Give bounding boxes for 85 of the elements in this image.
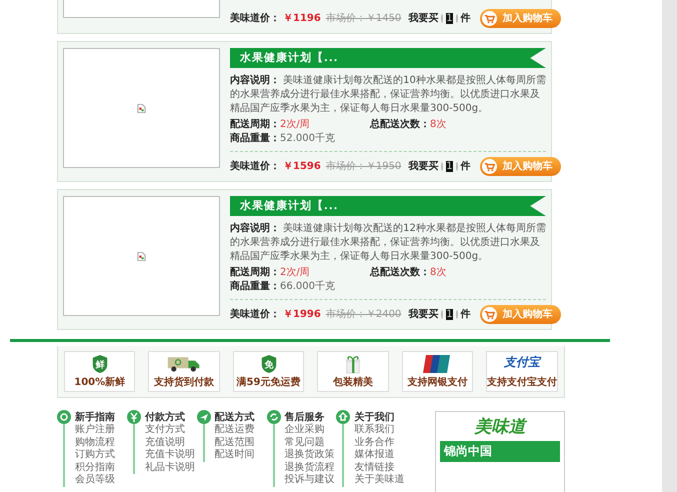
product-description: 内容说明： 美味道健康计划每次配送的10种水果都是按照人体每周所需的水果营养成分进行最佳水果搭配，保证营养均衡。以优质进口水果及精品国产应季水果为主，保证每人每日水果量300-500g。 xyxy=(230,74,546,116)
shield-icon: 免 xyxy=(260,354,278,374)
quantity-field[interactable]: 1 xyxy=(446,160,453,172)
footer-link[interactable]: 配送运费 xyxy=(214,424,267,436)
service-label: 支持网银支付 xyxy=(407,376,468,389)
plane-icon xyxy=(196,410,211,424)
footer-link[interactable]: 关于美味道 xyxy=(354,474,406,486)
footer-link[interactable]: 配送时间 xyxy=(214,449,267,462)
unit-label: 件 xyxy=(460,308,471,321)
weight-value: 66.000千克 xyxy=(280,280,335,294)
cycle-label: 配送周期： xyxy=(230,266,280,280)
buy-label: 我要买 xyxy=(408,12,438,25)
footer-heading: 新手指南 xyxy=(75,410,115,424)
footer-link[interactable]: 退换货政策 xyxy=(284,449,336,462)
footer-heading: 配送方式 xyxy=(214,410,255,424)
brand-logo: 美味道 xyxy=(474,416,526,438)
footer-link[interactable]: 会员等级 xyxy=(75,474,127,486)
footer-heading: 售后服务 xyxy=(284,410,325,424)
broken-image-icon xyxy=(137,252,146,260)
footer-link[interactable]: 礼品卡说明 xyxy=(144,462,197,474)
gift-icon xyxy=(344,354,362,374)
footer-link[interactable]: 企业采购 xyxy=(284,424,336,436)
unit-label: 件 xyxy=(460,160,471,173)
footer-heading: 关于我们 xyxy=(354,410,394,424)
cart-icon xyxy=(482,158,497,174)
price: ￥1596 xyxy=(283,160,321,173)
footer-link[interactable]: 退换货流程 xyxy=(284,462,336,474)
price: ￥1196 xyxy=(283,12,321,25)
footer-link[interactable]: 购物流程 xyxy=(75,436,127,449)
footer-link[interactable]: 投诉与建议 xyxy=(284,474,336,486)
total-label: 总配送次数： xyxy=(370,118,430,132)
quantity-field[interactable]: 1 xyxy=(446,12,453,24)
cart-icon xyxy=(482,10,497,26)
buy-label: 我要买 xyxy=(408,308,438,321)
service-label: 满59元免运费 xyxy=(236,376,300,389)
footer-link[interactable]: 配送范围 xyxy=(214,436,267,449)
product-description: 内容说明： 美味道健康计划每次配送的12种水果都是按照人体每周所需的水果营养成分进行最佳水果搭配，保证营养均衡。以优质进口水果及精品国产应季水果为主，保证每人每日水果量300-500g。 xyxy=(230,222,546,264)
footer-link[interactable]: 支付方式 xyxy=(144,424,197,436)
weight-label: 商品重量： xyxy=(230,132,280,146)
total-value: 8次 xyxy=(430,266,446,280)
footer-link[interactable]: 充值说明 xyxy=(144,436,197,449)
footer-link[interactable]: 媒体报道 xyxy=(354,449,406,462)
footer-link[interactable]: 联系我们 xyxy=(354,424,406,436)
market-price: 市场价：￥1950 xyxy=(326,160,402,173)
compass-icon xyxy=(57,410,71,424)
unit-label: 件 xyxy=(460,12,471,25)
scrollbar[interactable] xyxy=(662,0,677,492)
truck-icon xyxy=(167,354,202,374)
title-ribbon: 水果健康计划【... xyxy=(230,196,546,216)
refresh-icon xyxy=(266,410,281,424)
footer-link[interactable]: 常见问题 xyxy=(284,436,336,449)
service-label: 支持支付宝支付 xyxy=(487,375,558,389)
footer-link[interactable]: 账户注册 xyxy=(75,424,127,436)
cycle-label: 配送周期： xyxy=(230,118,280,132)
cycle-value: 2次/周 xyxy=(280,266,311,280)
weight-label: 商品重量： xyxy=(230,280,280,294)
buy-label: 我要买 xyxy=(408,160,438,173)
cart-icon xyxy=(482,306,497,322)
quantity-field[interactable]: 1 xyxy=(446,308,453,320)
footer-link[interactable]: 积分指南 xyxy=(75,462,127,474)
home-icon xyxy=(336,410,350,424)
price: ￥1996 xyxy=(283,308,321,321)
broken-image-icon xyxy=(137,104,146,112)
yuan-icon xyxy=(126,410,141,424)
footer-link[interactable]: 订购方式 xyxy=(75,449,127,462)
price-label: 美味道价： xyxy=(230,11,280,25)
total-label: 总配送次数： xyxy=(370,266,430,280)
weight-value: 52.000千克 xyxy=(280,132,335,146)
footer-heading: 付款方式 xyxy=(144,410,185,424)
footer-link[interactable]: 友情链接 xyxy=(354,462,406,474)
slogan-band: 锦尚中国 xyxy=(440,441,560,462)
price-label: 美味道价： xyxy=(230,159,280,173)
footer-link[interactable]: 充值卡说明 xyxy=(144,449,197,462)
service-label: 100%新鲜 xyxy=(74,375,126,389)
cycle-value: 2次/周 xyxy=(280,118,311,132)
shield-icon: 鲜 xyxy=(90,354,109,374)
market-price: 市场价：￥2400 xyxy=(326,308,402,321)
price-label: 美味道价： xyxy=(230,307,280,321)
service-label: 支持货到付款 xyxy=(154,376,214,389)
title-ribbon: 水果健康计划【... xyxy=(230,48,546,68)
footer-link[interactable]: 业务合作 xyxy=(354,436,406,449)
total-value: 8次 xyxy=(430,118,446,132)
service-label: 包装精美 xyxy=(332,375,373,389)
alipay-logo: 支付宝 xyxy=(504,354,540,371)
market-price: 市场价：￥1450 xyxy=(326,12,402,25)
